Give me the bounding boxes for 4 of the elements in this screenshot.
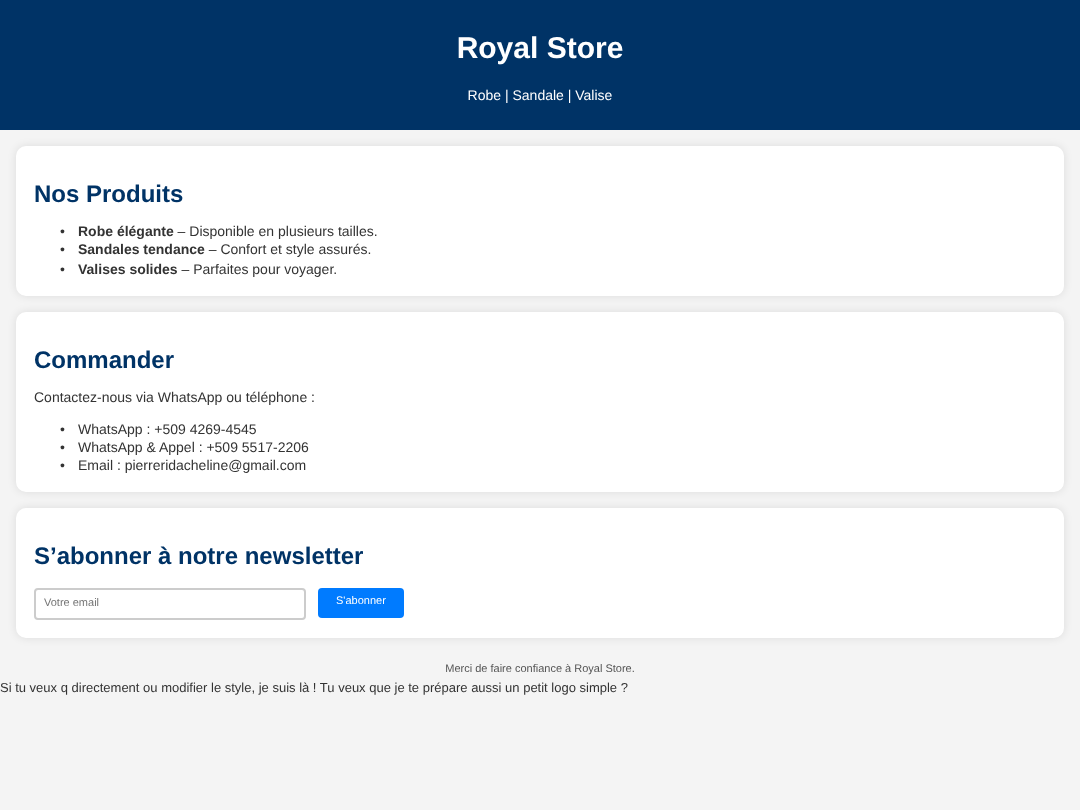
site-title: Royal Store	[454, 32, 626, 68]
section-title: S’abonner à notre newsletter	[34, 542, 366, 572]
section-title: Commander	[34, 345, 177, 375]
section-title: Nos Produits	[34, 180, 186, 209]
